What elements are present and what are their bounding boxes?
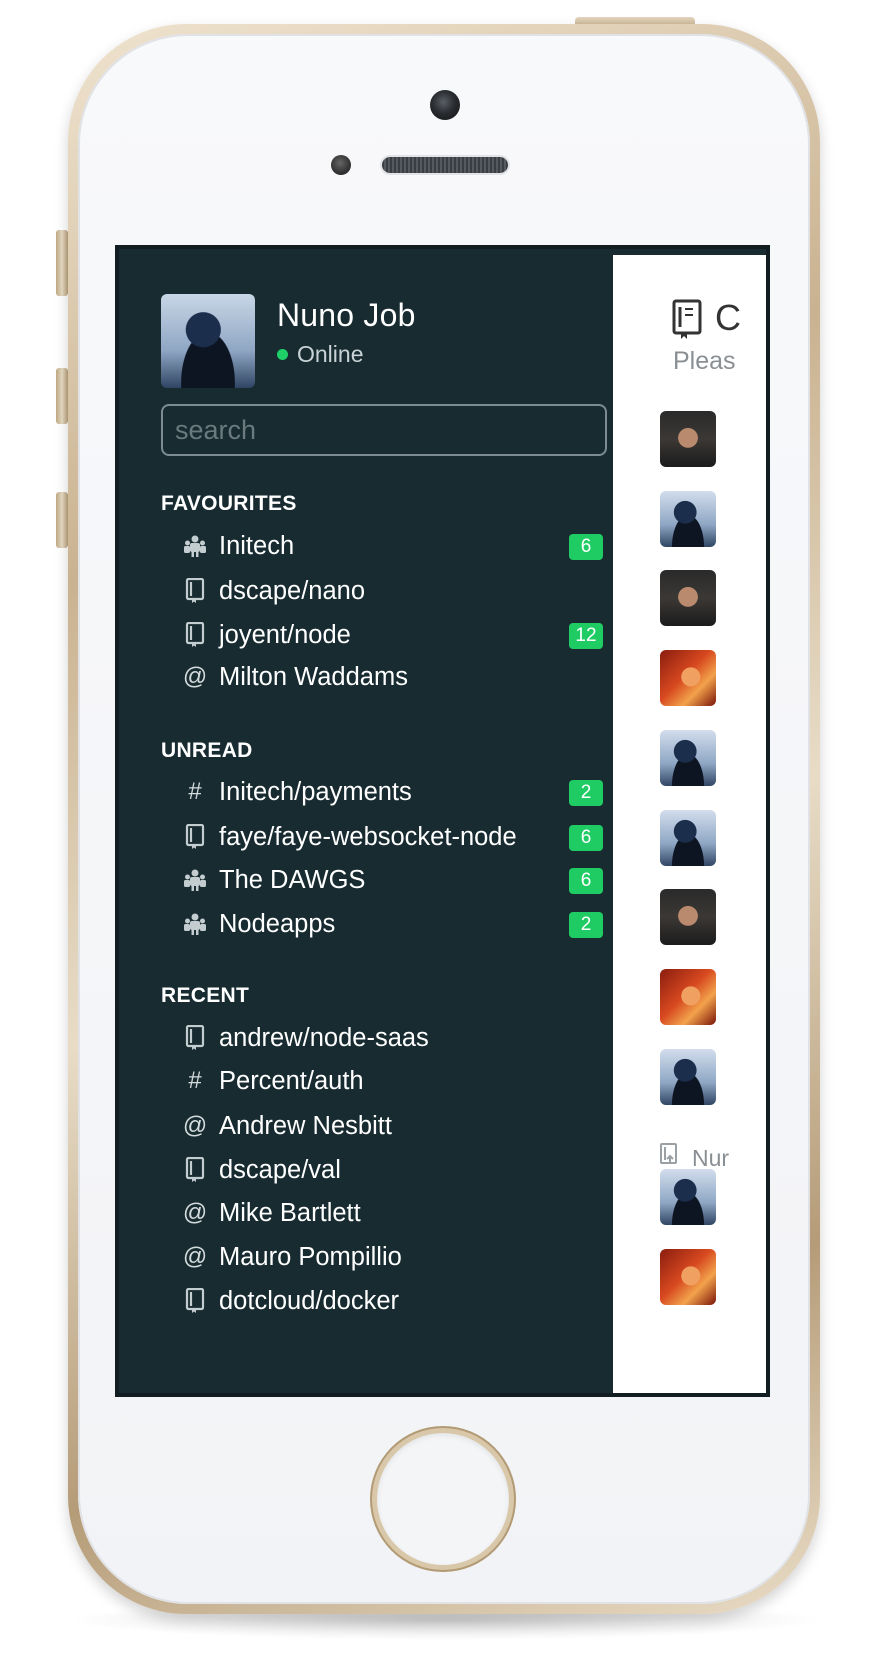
section-title-favourites: FAVOURITES [161,492,297,515]
room-item[interactable]: @ Mike Bartlett [183,1193,603,1233]
room-item[interactable]: dscape/nano [183,571,603,611]
room-item[interactable]: # Initech/payments 2 [183,772,603,812]
avatar[interactable] [660,491,716,547]
unread-count-badge: 2 [569,912,603,938]
avatar[interactable] [660,650,716,706]
room-label: The DAWGS [219,865,366,894]
room-label: Mike Bartlett [219,1198,361,1227]
section-title-recent: RECENT [161,984,250,1007]
repo-icon [183,1288,207,1314]
phone-screen: Nuno Job Online FAVOURITES Initech 6 dscape… [115,245,770,1397]
profile-status: Online [277,341,363,368]
at-icon: @ [182,663,208,690]
room-item[interactable]: @ Mauro Pompillio [183,1237,603,1277]
avatar[interactable] [660,730,716,786]
proximity-sensor [331,155,351,175]
sidebar: Nuno Job Online FAVOURITES Initech 6 dscape… [119,249,649,1393]
repo-icon [183,824,207,850]
room-label: Andrew Nesbitt [219,1111,392,1140]
profile-name: Nuno Job [277,297,416,333]
repo-icon [183,578,207,604]
avatar[interactable] [660,1249,716,1305]
unread-count-badge: 6 [569,868,603,894]
room-item[interactable]: Initech 6 [183,526,603,566]
at-icon: @ [182,1243,208,1270]
repo-event-text: Nur [692,1144,730,1171]
section-title-unread: UNREAD [161,739,253,762]
hash-icon: # [188,1067,202,1094]
home-button[interactable] [377,1433,509,1565]
room-label: Initech [219,531,295,560]
repo-icon [183,1157,207,1183]
avatar[interactable] [660,969,716,1025]
at-icon: @ [182,1199,208,1226]
at-icon: @ [182,1112,208,1139]
phone-volume-up [56,368,68,424]
avatar[interactable] [161,294,255,388]
org-icon [183,533,207,559]
room-item[interactable]: dscape/val [183,1150,603,1190]
room-item[interactable]: # Percent/auth [183,1061,603,1101]
chat-title: C [715,297,741,338]
room-item[interactable]: @ Andrew Nesbitt [183,1106,603,1146]
room-label: Milton Waddams [219,662,408,691]
hash-icon: # [188,778,202,805]
unread-count-badge: 12 [569,623,603,649]
chat-subtitle: Pleas [673,347,736,375]
room-item[interactable]: dotcloud/docker [183,1281,603,1321]
avatar[interactable] [660,570,716,626]
room-label: faye/faye-websocket-node [219,822,517,851]
repo-icon [183,622,207,648]
room-item[interactable]: Nodeapps 2 [183,904,603,944]
earpiece-speaker [382,157,508,173]
room-label: Mauro Pompillio [219,1242,402,1271]
room-label: joyent/node [219,620,351,649]
search-input[interactable] [161,404,607,456]
avatar[interactable] [660,1169,716,1225]
room-item[interactable]: joyent/node 12 [183,615,603,655]
room-label: dscape/val [219,1155,341,1184]
avatar[interactable] [660,810,716,866]
phone-mute-switch [56,230,68,296]
repo-icon [671,299,705,343]
room-item[interactable]: faye/faye-websocket-node 6 [183,817,603,857]
room-label: Initech/payments [219,777,412,806]
room-item[interactable]: @ Milton Waddams [183,657,603,697]
front-camera [430,90,460,120]
avatar[interactable] [660,1049,716,1105]
room-label: andrew/node-saas [219,1023,429,1052]
unread-count-badge: 6 [569,534,603,560]
repo-icon [183,1025,207,1051]
phone-volume-down [56,492,68,548]
room-label: Nodeapps [219,909,336,938]
org-icon [183,911,207,937]
online-status-dot [277,349,288,360]
unread-count-badge: 2 [569,780,603,806]
avatar[interactable] [660,411,716,467]
room-item[interactable]: andrew/node-saas [183,1018,603,1058]
status-text: Online [297,341,364,367]
org-icon [183,867,207,893]
room-label: Percent/auth [219,1066,364,1095]
room-item[interactable]: The DAWGS 6 [183,860,603,900]
chat-panel: C Pleas Nur [613,255,766,1393]
room-label: dscape/nano [219,576,366,605]
avatar[interactable] [660,889,716,945]
unread-count-badge: 6 [569,825,603,851]
room-label: dotcloud/docker [219,1286,400,1315]
